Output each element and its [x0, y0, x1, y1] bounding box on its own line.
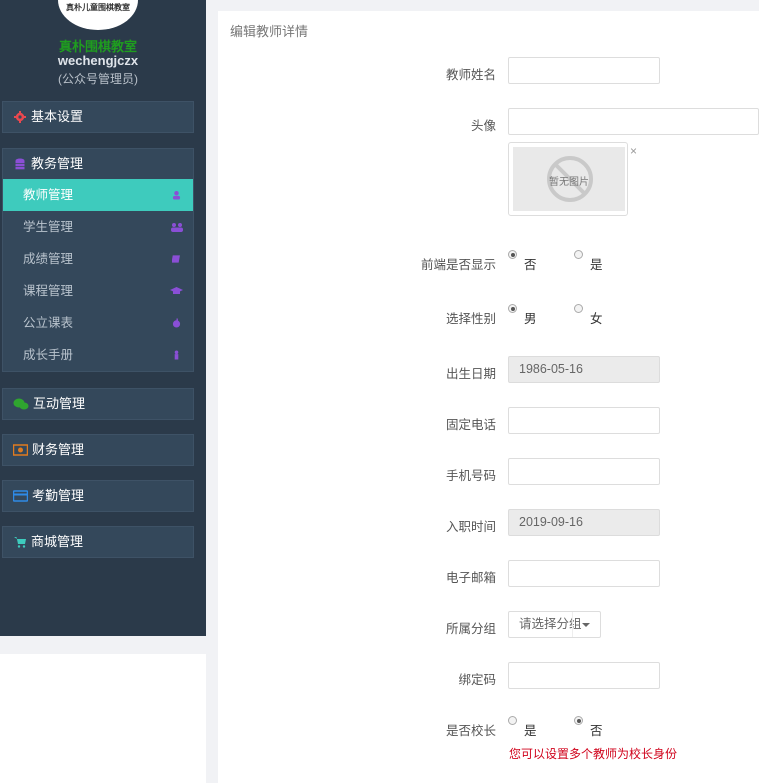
email-field[interactable]: [508, 560, 660, 587]
menu-head-label: 商城管理: [31, 534, 84, 549]
principal-hint: 您可以设置多个教师为校长身份: [509, 747, 678, 761]
menu-head-label: 教务管理: [31, 156, 84, 171]
display-no-label: 否: [524, 258, 537, 272]
edit-teacher-panel: 编辑教师详情 教师姓名 头像 暂无图片 × 前端是否显示 否 是 选择性别 男 …: [218, 11, 759, 783]
logo: 真朴儿童围棋教室: [58, 0, 138, 30]
gender-label: 选择性别: [445, 312, 496, 326]
menu-head-label: 基本设置: [31, 109, 84, 124]
menu-group-basic[interactable]: 基本设置: [2, 101, 194, 133]
menu-head-mall[interactable]: 商城管理: [3, 527, 193, 557]
sidebar-item-label: 成绩管理: [23, 252, 74, 266]
sidebar-item-label: 教师管理: [23, 188, 74, 202]
money-icon: [13, 444, 28, 456]
menu-head-label: 互动管理: [33, 396, 86, 411]
display-yes-label: 是: [590, 258, 603, 272]
user-icon: [172, 190, 181, 200]
principal-yes-label: 是: [524, 724, 537, 738]
sidebar-item-label: 成长手册: [23, 348, 74, 362]
mobile-field[interactable]: [508, 458, 660, 485]
sidebar-item-teachers[interactable]: 教师管理: [3, 179, 193, 211]
apple-icon: [172, 318, 181, 328]
avatar-preview[interactable]: 暂无图片: [508, 142, 628, 216]
display-label: 前端是否显示: [420, 258, 496, 272]
sidebar: 真朴儿童围棋教室 真朴围棋教室 wechengjczx (公众号管理员) 基本设…: [0, 0, 206, 636]
account-role: (公众号管理员): [58, 72, 138, 86]
name-field[interactable]: [508, 57, 660, 84]
menu-head-finance[interactable]: 财务管理: [3, 435, 193, 465]
principal-no-label: 否: [590, 724, 603, 738]
select-divider: [572, 612, 573, 637]
gear-icon: [14, 111, 26, 123]
avatar-url-field[interactable]: [508, 108, 759, 135]
email-label: 电子邮箱: [445, 571, 496, 585]
sidebar-item-label: 学生管理: [23, 220, 74, 234]
bind-code-field[interactable]: [508, 662, 660, 689]
phone-label: 固定电话: [445, 418, 496, 432]
menu-head-edu[interactable]: 教务管理: [3, 149, 193, 179]
group-select[interactable]: 请选择分组: [508, 611, 601, 638]
sidebar-item-growth-handbook[interactable]: 成长手册: [3, 339, 193, 371]
menu-group-attendance[interactable]: 考勤管理: [2, 480, 194, 512]
birth-label: 出生日期: [445, 367, 496, 381]
menu-head-label: 财务管理: [32, 442, 85, 457]
card-icon: [13, 490, 28, 502]
principal-label: 是否校长: [445, 724, 496, 738]
panel-title: 编辑教师详情: [230, 24, 309, 39]
caret-down-icon: [582, 623, 590, 627]
graduation-cap-icon: [170, 287, 183, 294]
sidebar-footer: [0, 636, 206, 783]
entry-date-field[interactable]: 2019-09-16: [508, 509, 660, 536]
account-name: wechengjczx: [57, 53, 139, 68]
sidebar-item-grades[interactable]: 成绩管理: [3, 243, 193, 275]
sidebar-item-label: 课程管理: [23, 284, 74, 298]
principal-yes-radio[interactable]: [508, 716, 517, 725]
sidebar-item-public-schedule[interactable]: 公立课表: [3, 307, 193, 339]
remove-avatar-icon[interactable]: ×: [630, 144, 637, 158]
users-icon: [171, 223, 183, 232]
avatar-label: 头像: [470, 119, 496, 133]
birth-date-field[interactable]: 1986-05-16: [508, 356, 660, 383]
menu-group-mall[interactable]: 商城管理: [2, 526, 194, 558]
menu-group-finance[interactable]: 财务管理: [2, 434, 194, 466]
bind-code-label: 绑定码: [458, 673, 496, 687]
name-label: 教师姓名: [445, 68, 496, 82]
menu-group-interaction[interactable]: 互动管理: [2, 388, 194, 420]
menu-head-label: 考勤管理: [32, 488, 85, 503]
phone-field[interactable]: [508, 407, 660, 434]
sidebar-item-students[interactable]: 学生管理: [3, 211, 193, 243]
principal-no-radio[interactable]: [574, 716, 583, 725]
gender-female-label: 女: [590, 312, 603, 326]
book-icon: [172, 255, 180, 263]
no-image-text: 暂无图片: [549, 177, 589, 188]
gender-female-radio[interactable]: [574, 304, 583, 313]
avatar-placeholder: 暂无图片: [513, 147, 625, 211]
entry-date-label: 入职时间: [445, 520, 496, 534]
sidebar-item-label: 公立课表: [23, 316, 74, 330]
gender-male-label: 男: [524, 312, 537, 326]
logo-text: 真朴儿童围棋教室: [66, 3, 130, 12]
mobile-label: 手机号码: [445, 469, 496, 483]
sidebar-item-courses[interactable]: 课程管理: [3, 275, 193, 307]
wechat-icon: [13, 398, 29, 410]
menu-head-interaction[interactable]: 互动管理: [3, 389, 193, 419]
display-no-radio[interactable]: [508, 250, 517, 259]
display-yes-radio[interactable]: [574, 250, 583, 259]
gender-male-radio[interactable]: [508, 304, 517, 313]
database-icon: [15, 158, 25, 170]
menu-group-edu[interactable]: 教务管理 教师管理 学生管理 成绩管理 课程管理 公立课表 成长手册: [2, 148, 194, 372]
cart-icon: [14, 537, 26, 548]
sidebar-footer-strip: [0, 636, 206, 654]
menu-head-basic[interactable]: 基本设置: [3, 102, 193, 132]
menu-head-attendance[interactable]: 考勤管理: [3, 481, 193, 511]
child-icon: [174, 350, 179, 360]
group-label: 所属分组: [445, 622, 496, 636]
